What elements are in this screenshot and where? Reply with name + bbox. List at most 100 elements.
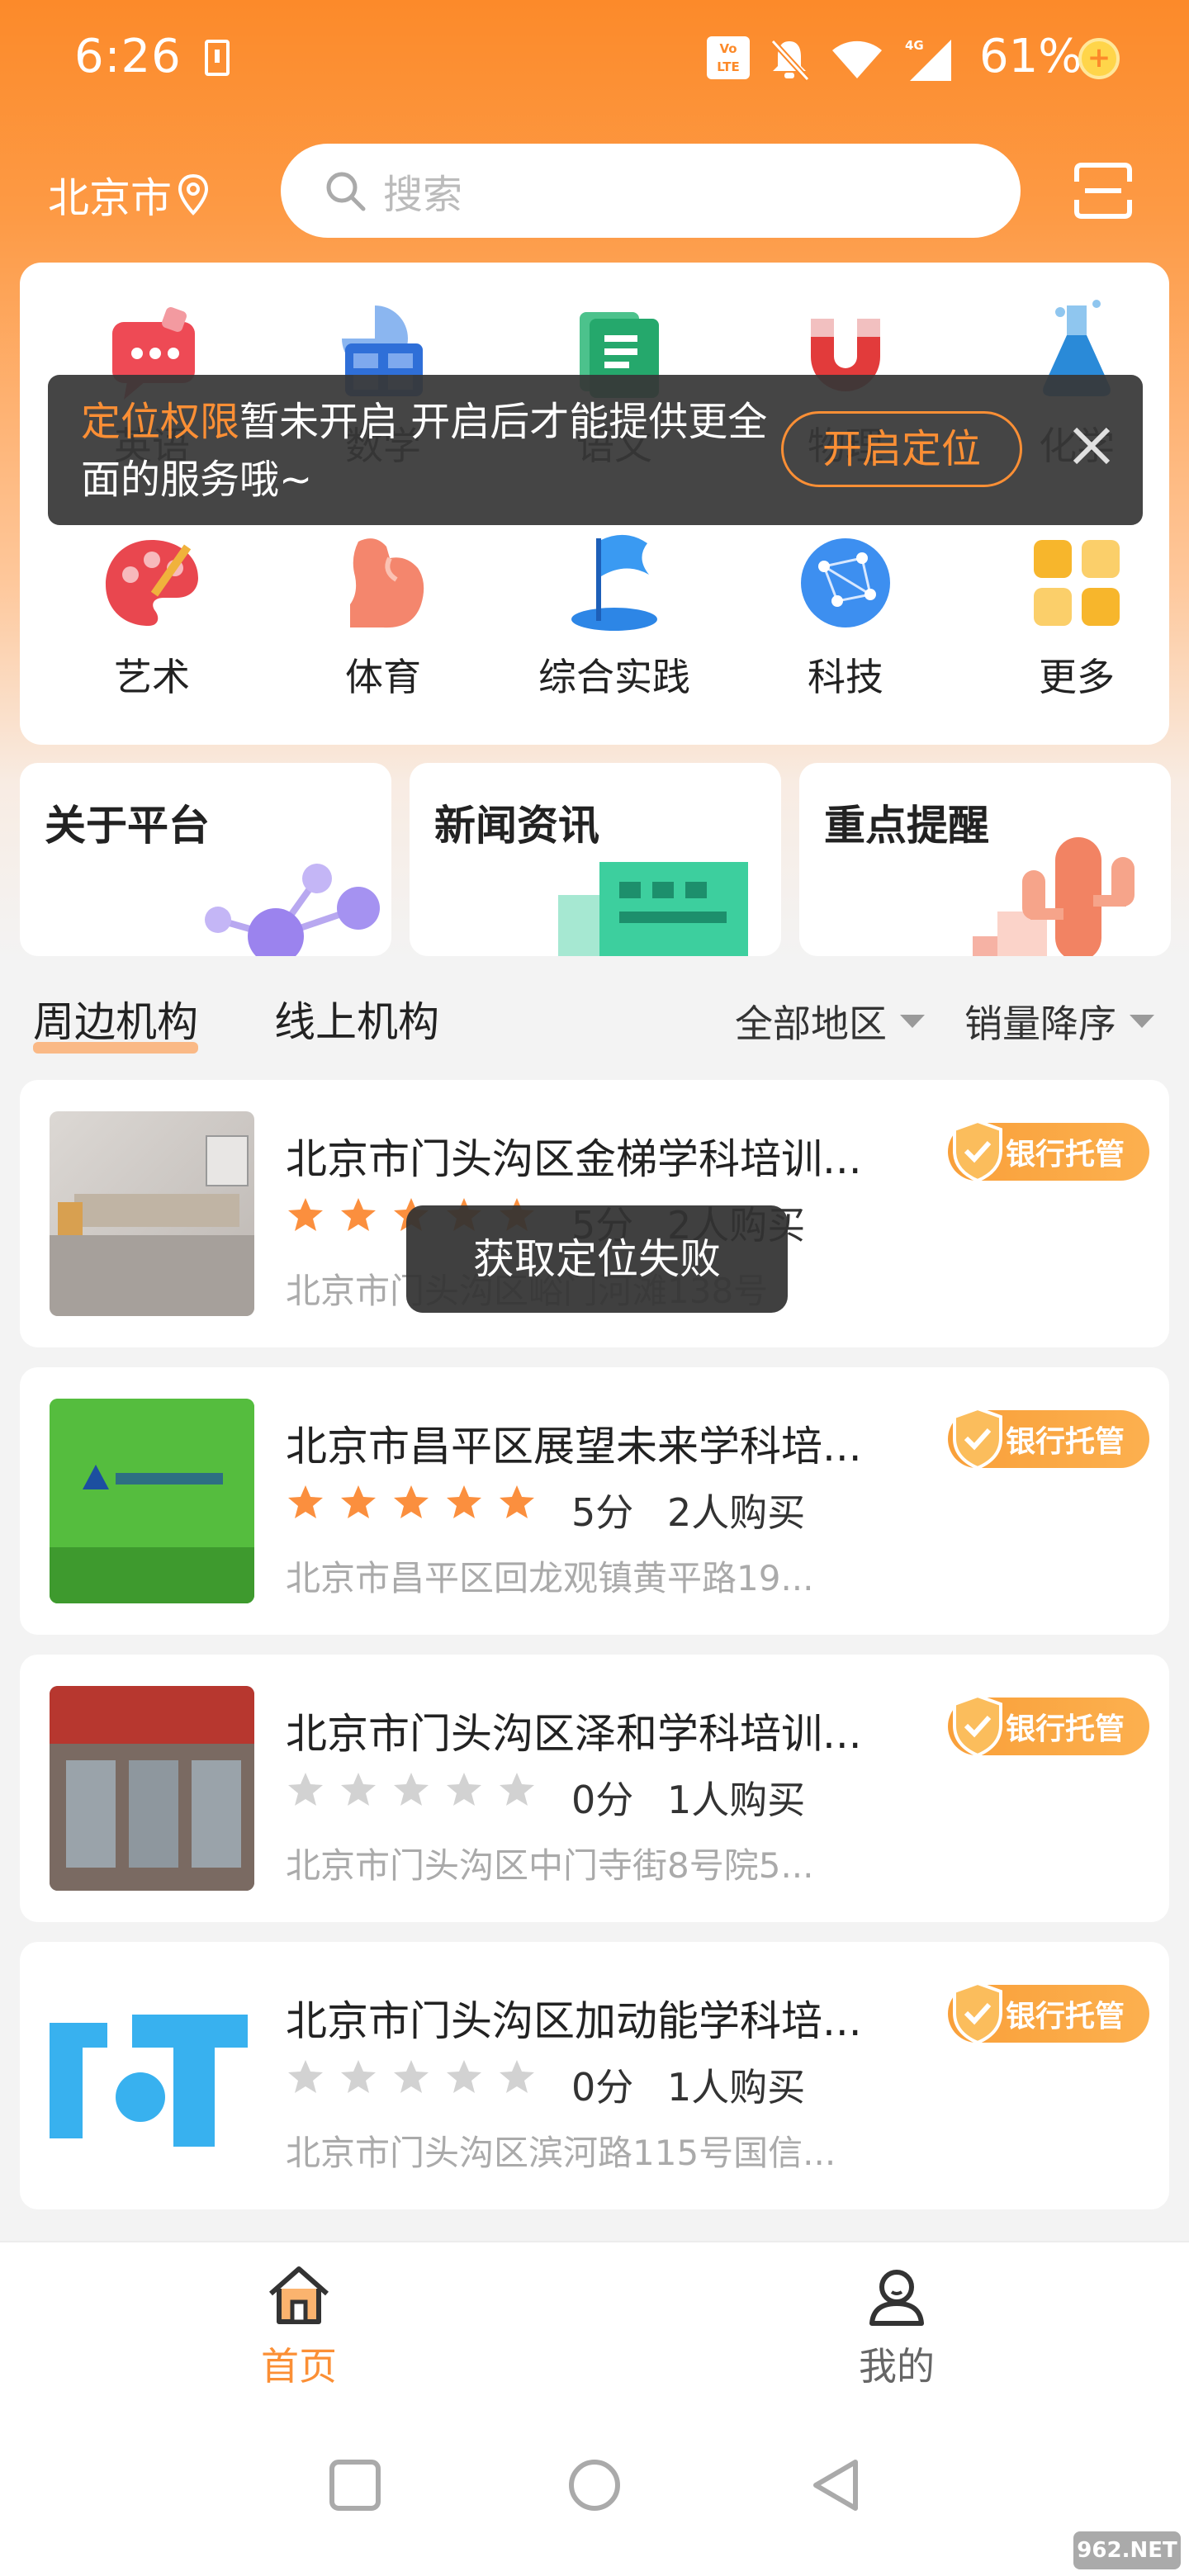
badge-label: 银行托管 [1006,1138,1125,1172]
category-label: 科技 [808,655,883,699]
category-label: 更多 [1039,655,1115,699]
tab-nearby[interactable]: 周边机构 [33,989,198,1054]
listing-score: 0分 [571,1778,634,1822]
feature-title: 重点提醒 [824,802,989,850]
list-item[interactable]: 北京市门头沟区泽和学科培训... 0分 1人购买 北京市门头沟区中门寺街8号院5… [20,1655,1169,1922]
site-watermark: 962.NET [1073,2531,1181,2569]
star-icon [447,2060,481,2093]
star-icon [341,2060,376,2093]
listing-buyers: 1人购买 [667,1778,806,1822]
dropdown-arrow-icon [900,1015,925,1028]
feature-card-reminder[interactable]: 重点提醒 [799,763,1171,956]
sort-filter[interactable]: 销量降序 [964,994,1154,1049]
shield-check-icon [953,1120,1002,1182]
status-time: 6:26 [74,30,182,83]
listing-title: 北京市门头沟区泽和学科培训... [286,1710,862,1758]
mute-bell-icon [770,39,810,82]
flag-icon [557,525,672,641]
listing-thumbnail [50,1973,254,2178]
badge-label: 银行托管 [1006,1712,1125,1746]
listing-score: 5分 [571,1490,634,1535]
feature-card-about[interactable]: 关于平台 [20,763,391,956]
nav-home-label: 首页 [261,2344,337,2389]
list-item[interactable]: 北京市门头沟区加动能学科培... 0分 1人购买 北京市门头沟区滨河路115号国… [20,1942,1169,2209]
location-pin-icon [178,173,209,215]
grid-more-icon [1019,525,1135,641]
category-art[interactable]: 艺术 [61,525,243,702]
arm-muscle-icon [325,525,441,641]
network-globe-icon [788,525,903,641]
sort-filter-label: 销量降序 [964,1002,1116,1046]
nav-mine[interactable]: 我的 [814,2261,979,2391]
nav-mine-label: 我的 [859,2344,935,2389]
category-pe[interactable]: 体育 [292,525,474,702]
category-practice[interactable]: 综合实践 [523,525,705,702]
rating-stars [286,1770,537,1810]
star-icon [288,1198,323,1231]
palette-icon [94,525,210,641]
location-failed-toast: 获取定位失败 [406,1205,788,1313]
bank-custody-badge: 银行托管 [948,1982,1149,2044]
star-icon [341,1773,376,1806]
bank-custody-badge: 银行托管 [948,1120,1149,1182]
molecule-icon [205,864,380,956]
category-label: 艺术 [114,655,190,699]
close-icon[interactable] [1059,413,1125,479]
system-nav-bar [0,2398,1189,2576]
recents-square-icon[interactable] [329,2459,381,2512]
list-item[interactable]: 北京市昌平区展望未来学科培... 5分 2人购买 北京市昌平区回龙观镇黄平路19… [20,1367,1169,1635]
search-placeholder: 搜索 [383,172,463,218]
category-more[interactable]: 更多 [986,525,1168,702]
category-label: 综合实践 [538,655,690,699]
volte-icon: Vo LTE [707,36,750,79]
listing-title: 北京市门头沟区加动能学科培... [286,1997,862,2045]
download-icon [205,40,230,76]
scan-icon[interactable] [1073,162,1133,220]
battery-percent: 61% [979,30,1082,83]
search-input[interactable]: 搜索 [281,144,1021,238]
listing-address: 北京市昌平区回龙观镇黄平路19... [286,1558,814,1598]
badge-label: 银行托管 [1006,2000,1125,2034]
star-icon [341,1485,376,1518]
bottom-nav: 首页 我的 [0,2241,1189,2398]
city-label: 北京市 [48,174,172,222]
listing-title: 北京市门头沟区金梯学科培训... [286,1135,862,1183]
location-toast-highlight: 定位权限 [81,399,240,445]
badge-label: 银行托管 [1006,1425,1125,1459]
star-icon [500,1485,534,1518]
feature-card-news[interactable]: 新闻资讯 [410,763,781,956]
rating-stars [286,1483,537,1522]
newspaper-icon [558,862,748,956]
enable-location-button[interactable]: 开启定位 [781,411,1022,487]
bank-custody-badge: 银行托管 [948,1694,1149,1757]
region-filter[interactable]: 全部地区 [735,994,925,1049]
dropdown-arrow-icon [1130,1015,1154,1028]
listing-title: 北京市昌平区展望未来学科培... [286,1423,862,1470]
star-icon [447,1485,481,1518]
star-icon [341,1198,376,1231]
listing-thumbnail [50,1399,254,1603]
star-icon [288,1485,323,1518]
star-icon [447,1773,481,1806]
region-filter-label: 全部地区 [735,1002,887,1046]
shield-check-icon [953,1982,1002,2044]
category-label: 体育 [345,655,421,699]
shield-check-icon [953,1407,1002,1470]
bank-custody-badge: 银行托管 [948,1407,1149,1470]
star-icon [394,1485,429,1518]
star-icon [288,1773,323,1806]
back-triangle-icon[interactable] [809,2457,862,2513]
tab-online[interactable]: 线上机构 [274,989,439,1049]
home-circle-icon[interactable] [568,2459,621,2512]
listing-thumbnail [50,1111,254,1316]
listing-buyers: 2人购买 [667,1490,806,1535]
location-permission-toast: 定位权限暂未开启 开启后才能提供更全面的服务哦~ 开启定位 [48,375,1143,525]
nav-home[interactable]: 首页 [216,2261,381,2391]
category-tech[interactable]: 科技 [755,525,936,702]
wifi-icon [832,40,882,78]
user-icon [869,2270,924,2326]
battery-saver-icon: + [1078,38,1120,79]
listing-thumbnail [50,1686,254,1891]
city-selector[interactable]: 北京市 [48,165,210,225]
signal-icon: 4G [905,38,951,81]
